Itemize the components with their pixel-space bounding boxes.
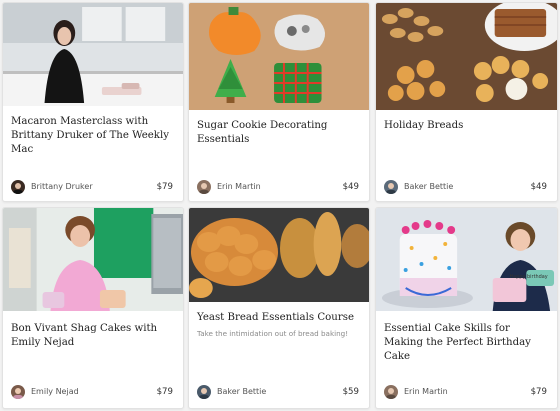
course-price: $49 [530, 182, 547, 192]
course-footer: Emily Nejad $79 [11, 384, 175, 400]
author-name[interactable]: Erin Martin [217, 181, 261, 193]
course-card[interactable]: Macaron Masterclass with Brittany Druker… [2, 2, 184, 202]
author-avatar [197, 180, 211, 194]
course-thumbnail[interactable] [3, 208, 183, 311]
course-card[interactable]: Sugar Cookie Decorating Essentials Erin … [188, 2, 370, 202]
course-price: $79 [156, 182, 173, 192]
course-title[interactable]: Macaron Masterclass with Brittany Druker… [11, 115, 175, 157]
course-title[interactable]: Essential Cake Skills for Making the Per… [384, 322, 549, 364]
course-footer: Baker Bettie $59 [197, 384, 361, 400]
author-avatar [384, 385, 398, 399]
course-footer: Brittany Druker $79 [11, 179, 175, 195]
author-name[interactable]: Emily Nejad [31, 386, 79, 398]
course-card[interactable]: Bon Vivant Shag Cakes with Emily Nejad E… [2, 207, 184, 409]
author-avatar [11, 385, 25, 399]
course-price: $49 [342, 182, 359, 192]
author-name[interactable]: Baker Bettie [217, 386, 266, 398]
course-price: $79 [156, 387, 173, 397]
course-thumbnail[interactable] [376, 3, 557, 110]
author-name[interactable]: Baker Bettie [404, 181, 453, 193]
course-card[interactable]: Happy birthday Essential Cake Skills for… [375, 207, 558, 409]
course-title[interactable]: Sugar Cookie Decorating Essentials [197, 119, 361, 147]
course-title[interactable]: Yeast Bread Essentials Course [197, 311, 361, 325]
author-name[interactable]: Erin Martin [404, 386, 448, 398]
author-avatar [384, 180, 398, 194]
course-thumbnail[interactable] [3, 3, 183, 106]
course-subtitle: Take the intimidation out of bread bakin… [197, 329, 349, 338]
course-title[interactable]: Holiday Breads [384, 119, 549, 133]
course-card[interactable]: Holiday Breads Baker Bettie $49 [375, 2, 558, 202]
author-avatar [197, 385, 211, 399]
course-footer: Erin Martin $49 [197, 179, 361, 195]
course-title[interactable]: Bon Vivant Shag Cakes with Emily Nejad [11, 322, 175, 350]
course-price: $59 [342, 387, 359, 397]
author-name[interactable]: Brittany Druker [31, 181, 93, 193]
course-grid: Macaron Masterclass with Brittany Druker… [2, 2, 558, 409]
author-avatar [11, 180, 25, 194]
course-footer: Erin Martin $79 [384, 384, 549, 400]
course-footer: Baker Bettie $49 [384, 179, 549, 195]
course-thumbnail[interactable] [189, 208, 369, 302]
course-price: $79 [530, 387, 547, 397]
course-thumbnail[interactable]: Happy birthday [376, 208, 557, 311]
course-card[interactable]: Yeast Bread Essentials Course Take the i… [188, 207, 370, 409]
cake-topper-text: Happy birthday [510, 274, 548, 280]
course-thumbnail[interactable] [189, 3, 369, 110]
